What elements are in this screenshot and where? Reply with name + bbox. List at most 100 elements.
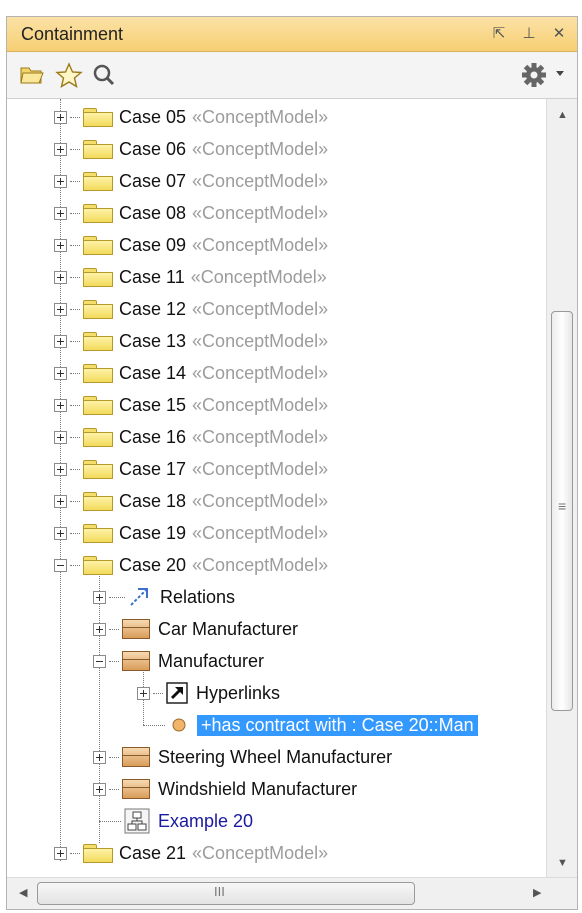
item-label: Case 16 <box>119 426 187 447</box>
tree-item-manufacturer[interactable]: Manufacturer <box>93 645 264 677</box>
expand-icon[interactable] <box>54 430 67 444</box>
open-folder-icon[interactable] <box>19 62 45 86</box>
tree-item-case-20[interactable]: Case 20 «ConceptModel» <box>54 549 328 581</box>
tree-item-case-18[interactable]: Case 18 «ConceptModel» <box>54 485 328 517</box>
expand-icon[interactable] <box>54 206 67 220</box>
expand-icon[interactable] <box>54 142 67 156</box>
expand-icon[interactable] <box>93 750 106 764</box>
collapse-icon[interactable] <box>54 558 67 572</box>
grip-icon: ≡ <box>558 498 567 514</box>
expand-icon[interactable] <box>54 334 67 348</box>
toolbar <box>7 52 577 99</box>
package-icon <box>83 524 113 543</box>
property-icon <box>172 718 186 732</box>
tree-item-hyperlinks[interactable]: Hyperlinks <box>137 677 280 709</box>
expand-icon[interactable] <box>93 622 106 636</box>
tree-item-case-19[interactable]: Case 19 «ConceptModel» <box>54 517 328 549</box>
tree-item-case-09[interactable]: Case 09 «ConceptModel» <box>54 229 328 261</box>
scrollbar-thumb[interactable]: ≡ <box>551 311 573 711</box>
expand-icon[interactable] <box>54 526 67 540</box>
gear-icon[interactable] <box>521 62 547 88</box>
package-icon <box>83 300 113 319</box>
expand-icon[interactable] <box>54 494 67 508</box>
tree-item-case-15[interactable]: Case 15 «ConceptModel» <box>54 389 328 421</box>
tree-item-case-21[interactable]: Case 21 «ConceptModel» <box>54 837 328 869</box>
expand-icon[interactable] <box>54 174 67 188</box>
scroll-right-icon[interactable]: ▶ <box>533 886 541 899</box>
package-icon <box>83 172 113 191</box>
tree-item-windshield-manufacturer[interactable]: Windshield Manufacturer <box>93 773 357 805</box>
scroll-down-icon[interactable]: ▼ <box>557 857 568 869</box>
horizontal-scrollbar[interactable]: ◀ III ▶ <box>7 877 577 909</box>
tree-item-case-14[interactable]: Case 14 «ConceptModel» <box>54 357 328 389</box>
expand-icon[interactable] <box>137 686 150 700</box>
item-label: Case 08 <box>119 202 187 223</box>
package-icon <box>83 236 113 255</box>
tree-item-property[interactable]: +has contract with : Case 20::Man <box>143 709 478 741</box>
restore-icon[interactable]: ⇱ <box>489 24 509 42</box>
item-label: Case 14 <box>119 362 187 383</box>
expand-icon[interactable] <box>54 238 67 252</box>
tree-item-steering-wheel-manufacturer[interactable]: Steering Wheel Manufacturer <box>93 741 392 773</box>
package-icon <box>83 428 113 447</box>
tree-item-example-20[interactable]: Example 20 <box>99 805 253 837</box>
tree-item-car-manufacturer[interactable]: Car Manufacturer <box>93 613 298 645</box>
search-icon[interactable] <box>91 62 117 88</box>
collapse-icon[interactable] <box>93 654 106 668</box>
package-icon <box>83 396 113 415</box>
stereotype-label: «ConceptModel» <box>190 266 327 287</box>
package-icon <box>83 140 113 159</box>
expand-icon[interactable] <box>54 270 67 284</box>
tree-item-case-07[interactable]: Case 07 «ConceptModel» <box>54 165 328 197</box>
expand-icon[interactable] <box>54 462 67 476</box>
class-icon <box>122 651 150 671</box>
tree-item-relations[interactable]: Relations <box>93 581 235 613</box>
containment-panel: Containment ⇱ ⊥ ✕ Case 05 «ConceptModel»… <box>6 16 578 910</box>
stereotype-label: «ConceptModel» <box>192 394 329 415</box>
tree-item-case-05[interactable]: Case 05 «ConceptModel» <box>54 101 328 133</box>
item-label: Case 06 <box>119 138 187 159</box>
pin-icon[interactable]: ⊥ <box>519 24 539 42</box>
stereotype-label: «ConceptModel» <box>192 330 329 351</box>
tree-item-case-06[interactable]: Case 06 «ConceptModel» <box>54 133 328 165</box>
item-label: Car Manufacturer <box>158 618 299 639</box>
item-label: Case 12 <box>119 298 187 319</box>
tree-item-case-13[interactable]: Case 13 «ConceptModel» <box>54 325 328 357</box>
tree-item-case-16[interactable]: Case 16 «ConceptModel» <box>54 421 328 453</box>
expand-icon[interactable] <box>93 590 106 604</box>
tree-item-case-08[interactable]: Case 08 «ConceptModel» <box>54 197 328 229</box>
tree-item-case-17[interactable]: Case 17 «ConceptModel» <box>54 453 328 485</box>
item-label: Case 17 <box>119 458 187 479</box>
expand-icon[interactable] <box>54 302 67 316</box>
close-icon[interactable]: ✕ <box>549 24 569 42</box>
vertical-scrollbar[interactable]: ▲ ≡ ▼ <box>546 99 577 877</box>
star-icon[interactable] <box>55 62 83 88</box>
package-icon <box>83 204 113 223</box>
class-icon <box>122 619 150 639</box>
stereotype-label: «ConceptModel» <box>192 170 329 191</box>
scroll-up-icon[interactable]: ▲ <box>557 109 568 121</box>
expand-icon[interactable] <box>54 366 67 380</box>
package-icon <box>83 108 113 127</box>
expand-icon[interactable] <box>54 846 67 860</box>
package-icon <box>83 364 113 383</box>
panel-title: Containment <box>21 24 124 44</box>
package-icon <box>83 556 113 575</box>
package-icon <box>83 268 113 287</box>
package-icon <box>83 460 113 479</box>
scroll-left-icon[interactable]: ◀ <box>19 886 27 899</box>
expand-icon[interactable] <box>54 110 67 124</box>
item-label: Windshield Manufacturer <box>158 778 358 799</box>
hyperlink-icon <box>166 682 188 704</box>
tree-item-case-11[interactable]: Case 11 «ConceptModel» <box>54 261 327 293</box>
scrollbar-thumb[interactable]: III <box>37 882 415 905</box>
tree-item-case-12[interactable]: Case 12 «ConceptModel» <box>54 293 328 325</box>
stereotype-label: «ConceptModel» <box>192 234 329 255</box>
item-label: +has contract with : Case 20::Man <box>197 714 478 736</box>
dropdown-icon[interactable] <box>555 70 565 78</box>
package-icon <box>83 332 113 351</box>
stereotype-label: «ConceptModel» <box>192 202 329 223</box>
package-icon <box>83 844 113 863</box>
expand-icon[interactable] <box>93 782 106 796</box>
expand-icon[interactable] <box>54 398 67 412</box>
